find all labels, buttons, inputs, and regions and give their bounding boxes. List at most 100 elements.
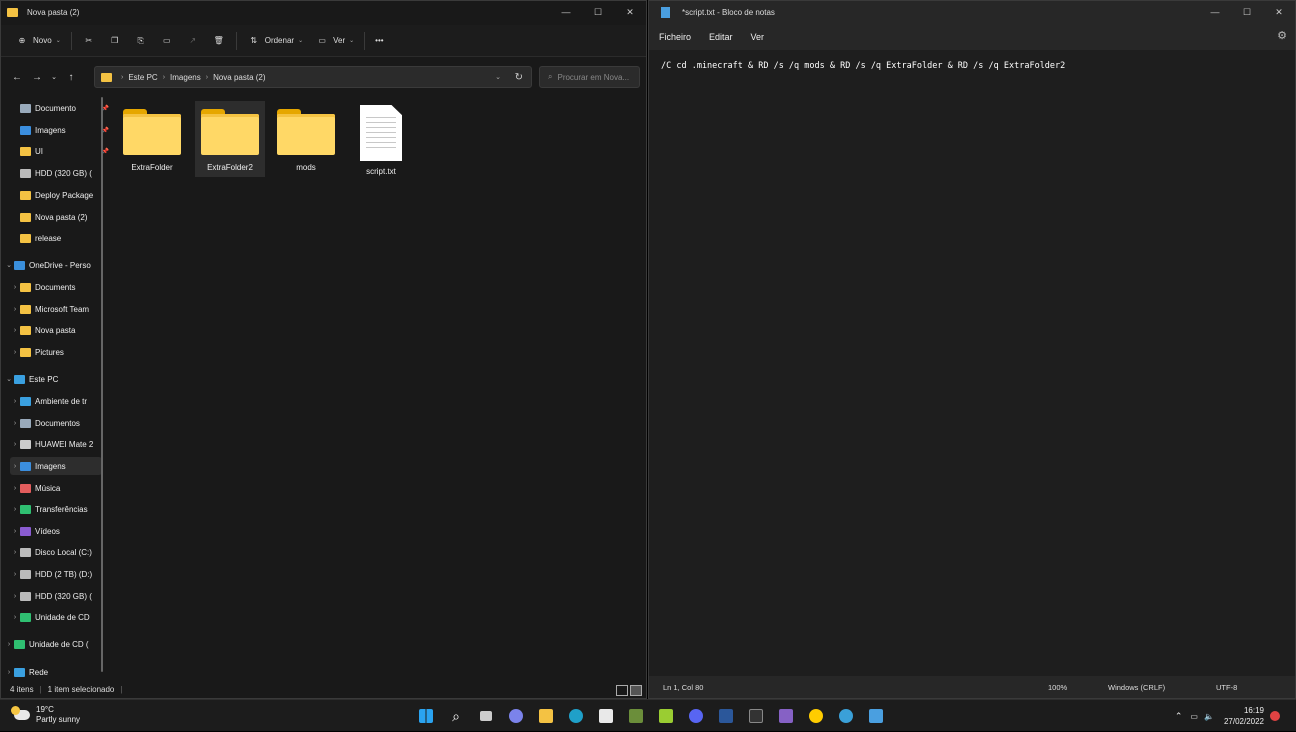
volume-icon[interactable]: 🔈 xyxy=(1204,712,1214,721)
recent-locations-button[interactable]: ⌄ xyxy=(47,67,61,87)
sidebar-item[interactable]: Imagens 📌 xyxy=(20,121,112,139)
chevron-right-icon[interactable]: › xyxy=(10,593,20,600)
menu-ver[interactable]: Ver xyxy=(751,32,765,42)
notification-icon[interactable] xyxy=(1270,711,1280,721)
weather-widget[interactable]: 19°C Partly sunny xyxy=(11,705,80,725)
maximize-button[interactable]: ☐ xyxy=(582,1,614,23)
file-item[interactable]: script.txt xyxy=(346,101,416,177)
menu-editar[interactable]: Editar xyxy=(709,32,733,42)
breadcrumb-imagens[interactable]: Imagens xyxy=(170,73,201,82)
paste-button[interactable]: ⎘ xyxy=(128,28,154,54)
sort-button[interactable]: ⇅ Ordenar ⌄ xyxy=(241,28,309,54)
clock[interactable]: 16:19 27/02/2022 xyxy=(1224,705,1264,727)
chevron-right-icon[interactable]: › xyxy=(10,485,20,492)
visual-studio-icon[interactable] xyxy=(774,704,798,728)
chevron-right-icon[interactable]: › xyxy=(10,420,20,427)
chat-icon[interactable] xyxy=(504,704,528,728)
sidebar-item[interactable]: › HDD (320 GB) ( xyxy=(10,587,102,605)
details-view-button[interactable] xyxy=(616,685,628,696)
sidebar-item[interactable]: release xyxy=(20,229,112,247)
chevron-right-icon[interactable]: › xyxy=(10,506,20,513)
sidebar-item[interactable]: › Unidade de CD ( xyxy=(4,635,96,653)
sidebar-item[interactable]: › Documents xyxy=(10,278,102,296)
terminal-icon[interactable] xyxy=(744,704,768,728)
notepad-icon[interactable] xyxy=(864,704,888,728)
up-button[interactable]: ↑ xyxy=(61,67,81,87)
sidebar-item[interactable]: Deploy Package xyxy=(20,186,112,204)
chevron-down-icon[interactable]: ⌄ xyxy=(4,261,14,269)
sidebar-item[interactable]: ⌄ OneDrive - Perso xyxy=(4,256,96,274)
gear-icon[interactable]: ⚙ xyxy=(1277,29,1287,42)
address-dropdown-icon[interactable]: ⌄ xyxy=(495,73,501,81)
chevron-down-icon[interactable]: › xyxy=(4,669,14,676)
sidebar-item[interactable]: Documento 📌 xyxy=(20,99,112,117)
chevron-right-icon[interactable]: › xyxy=(10,284,20,291)
word-icon[interactable] xyxy=(714,704,738,728)
chevron-down-icon[interactable]: ⌄ xyxy=(4,375,14,383)
sidebar-item[interactable]: › Unidade de CD xyxy=(10,608,102,626)
store-icon[interactable] xyxy=(594,704,618,728)
text-editor[interactable]: /C cd .minecraft & RD /s /q mods & RD /s… xyxy=(649,50,1295,676)
cut-button[interactable]: ✂ xyxy=(76,28,102,54)
more-button[interactable]: ••• xyxy=(369,28,389,54)
minimize-button[interactable]: — xyxy=(550,1,582,23)
chevron-right-icon[interactable]: › xyxy=(10,398,20,405)
sidebar-item[interactable]: › Imagens xyxy=(10,457,102,475)
sidebar-item[interactable]: HDD (320 GB) ( xyxy=(20,164,112,182)
sidebar-item[interactable]: Nova pasta (2) xyxy=(20,208,112,226)
copy-button[interactable]: ❐ xyxy=(102,28,128,54)
chevron-down-icon[interactable]: › xyxy=(4,641,14,648)
sidebar-item[interactable]: › HDD (2 TB) (D:) xyxy=(10,565,102,583)
menu-ficheiro[interactable]: Ficheiro xyxy=(659,32,691,42)
sidebar-item[interactable]: › Disco Local (C:) xyxy=(10,543,102,561)
breadcrumb-nova-pasta[interactable]: Nova pasta (2) xyxy=(213,73,265,82)
sidebar-item[interactable]: › Microsoft Team xyxy=(10,300,102,318)
edge-icon[interactable] xyxy=(564,704,588,728)
sidebar-item[interactable]: ⌄ Este PC xyxy=(4,370,96,388)
notepad-plus-icon[interactable] xyxy=(654,704,678,728)
sidebar-scrollbar[interactable] xyxy=(101,97,103,672)
browser-icon[interactable] xyxy=(834,704,858,728)
minecraft-icon[interactable] xyxy=(624,704,648,728)
chevron-right-icon[interactable]: › xyxy=(10,614,20,621)
large-icons-view-button[interactable] xyxy=(630,685,642,696)
search-icon[interactable]: ⌕ xyxy=(444,704,468,728)
start-icon[interactable] xyxy=(414,704,438,728)
address-bar[interactable]: › Este PC › Imagens › Nova pasta (2) ⌄ ↻ xyxy=(94,66,532,88)
sidebar-item[interactable]: › Vídeos xyxy=(10,522,102,540)
folder-item[interactable]: ExtraFolder xyxy=(117,101,187,177)
sidebar-item[interactable]: › HUAWEI Mate 2 xyxy=(10,435,102,453)
chevron-right-icon[interactable]: › xyxy=(10,441,20,448)
sidebar-item[interactable]: › Ambiente de tr xyxy=(10,392,102,410)
sidebar-item[interactable]: › Pictures xyxy=(10,343,102,361)
chevron-right-icon[interactable]: › xyxy=(10,549,20,556)
share-button[interactable]: ↗ xyxy=(180,28,206,54)
chevron-up-icon[interactable]: ⌃ xyxy=(1175,711,1183,722)
chevron-right-icon[interactable]: › xyxy=(10,571,20,578)
close-button[interactable]: ✕ xyxy=(614,1,646,23)
folder-item[interactable]: mods xyxy=(271,101,341,177)
minimize-button[interactable]: — xyxy=(1199,1,1231,23)
task-view-icon[interactable] xyxy=(474,704,498,728)
sidebar-item[interactable]: › Rede xyxy=(4,663,96,681)
file-explorer-icon[interactable] xyxy=(534,704,558,728)
bonzi-icon[interactable] xyxy=(804,704,828,728)
chevron-right-icon[interactable]: › xyxy=(10,327,20,334)
back-button[interactable]: ← xyxy=(7,67,27,87)
new-button[interactable]: ⊕ Novo ⌄ xyxy=(9,28,67,54)
forward-button[interactable]: → xyxy=(27,67,47,87)
sidebar-item[interactable]: › Música xyxy=(10,479,102,497)
rename-button[interactable]: ▭ xyxy=(154,28,180,54)
search-box[interactable]: ⌕ Procurar em Nova... xyxy=(539,66,640,88)
sidebar-item[interactable]: › Nova pasta xyxy=(10,321,102,339)
network-icon[interactable]: ▭ xyxy=(1190,712,1198,721)
discord-icon[interactable] xyxy=(684,704,708,728)
chevron-right-icon[interactable]: › xyxy=(10,528,20,535)
maximize-button[interactable]: ☐ xyxy=(1231,1,1263,23)
sidebar-item[interactable]: UI 📌 xyxy=(20,142,112,160)
sidebar-item[interactable]: › Documentos xyxy=(10,414,102,432)
delete-button[interactable]: 🗑 xyxy=(206,28,232,54)
refresh-icon[interactable]: ↻ xyxy=(515,72,523,83)
breadcrumb-este-pc[interactable]: Este PC xyxy=(128,73,157,82)
close-button[interactable]: ✕ xyxy=(1263,1,1295,23)
